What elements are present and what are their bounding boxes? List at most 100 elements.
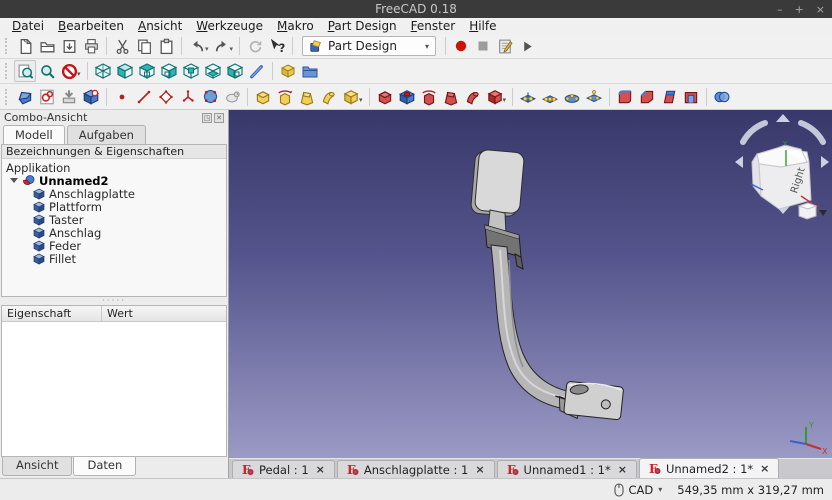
edit-sketch-icon[interactable] bbox=[58, 86, 80, 108]
close-button[interactable]: × bbox=[816, 3, 825, 16]
column-wert[interactable]: Wert bbox=[102, 306, 226, 321]
menu-werkzeuge[interactable]: Werkzeuge bbox=[189, 19, 270, 34]
macro-record-icon[interactable] bbox=[450, 35, 472, 57]
subtractive-primitive-dropdown-caret[interactable]: ▾ bbox=[503, 96, 507, 104]
local-cs-icon[interactable] bbox=[177, 86, 199, 108]
menu-bearbeiten[interactable]: Bearbeiten bbox=[51, 19, 131, 34]
tab-close-icon[interactable]: × bbox=[760, 462, 769, 475]
doc-tab-unnamed2[interactable]: F Unnamed2 : 1* × bbox=[639, 458, 779, 478]
thickness-icon[interactable] bbox=[680, 86, 702, 108]
tab-close-icon[interactable]: × bbox=[618, 463, 627, 476]
menu-fenster[interactable]: Fenster bbox=[404, 19, 463, 34]
polar-pattern-icon[interactable] bbox=[561, 86, 583, 108]
menu-part-design[interactable]: Part Design bbox=[321, 19, 404, 34]
menu-datei[interactable]: Datei bbox=[5, 19, 51, 34]
menu-ansicht[interactable]: Ansicht bbox=[131, 19, 189, 34]
tree-item-feature[interactable]: Feder bbox=[2, 239, 226, 252]
tree-item-feature[interactable]: Anschlagplatte bbox=[2, 187, 226, 200]
whats-this-icon[interactable]: ? bbox=[266, 35, 288, 57]
view-rear-icon[interactable] bbox=[180, 60, 202, 82]
tab-ansicht[interactable]: Ansicht bbox=[2, 457, 72, 476]
tree-item-feature[interactable]: Plattform bbox=[2, 200, 226, 213]
view-bottom-icon[interactable] bbox=[202, 60, 224, 82]
save-file-icon[interactable] bbox=[58, 35, 80, 57]
navigation-cube[interactable]: Right Y x bbox=[735, 114, 829, 219]
menu-hilfe[interactable]: Hilfe bbox=[462, 19, 503, 34]
panel-splitter-handle[interactable]: ····· bbox=[0, 297, 228, 305]
column-eigenschaft[interactable]: Eigenschaft bbox=[2, 306, 102, 321]
new-file-icon[interactable] bbox=[14, 35, 36, 57]
undo-dropdown-caret[interactable]: ▾ bbox=[205, 45, 209, 53]
fit-all-icon[interactable] bbox=[14, 60, 36, 82]
tab-modell[interactable]: Modell bbox=[3, 125, 65, 144]
refresh-icon[interactable] bbox=[244, 35, 266, 57]
tab-close-icon[interactable]: × bbox=[475, 463, 484, 476]
open-file-icon[interactable] bbox=[36, 35, 58, 57]
groove-icon[interactable] bbox=[418, 86, 440, 108]
draw-style-dropdown-caret[interactable]: ▾ bbox=[77, 70, 81, 78]
redo-dropdown-caret[interactable]: ▾ bbox=[230, 45, 234, 53]
copy-icon[interactable] bbox=[133, 35, 155, 57]
panel-close-icon[interactable]: ✕ bbox=[214, 113, 224, 123]
minimize-button[interactable]: – bbox=[777, 3, 783, 16]
create-body-icon[interactable] bbox=[14, 86, 36, 108]
macro-edit-icon[interactable] bbox=[494, 35, 516, 57]
paste-icon[interactable] bbox=[155, 35, 177, 57]
panel-float-icon[interactable]: ◳ bbox=[202, 113, 212, 123]
tree-item-feature[interactable]: Taster bbox=[2, 213, 226, 226]
subtractive-pipe-icon[interactable] bbox=[462, 86, 484, 108]
view-axonometric-icon[interactable] bbox=[92, 60, 114, 82]
property-table-body[interactable] bbox=[2, 322, 226, 456]
view-right-icon[interactable] bbox=[158, 60, 180, 82]
create-sketch-icon[interactable] bbox=[36, 86, 58, 108]
nav-cube-menu[interactable] bbox=[799, 203, 827, 219]
view-left-icon[interactable] bbox=[224, 60, 246, 82]
shape-binder-icon[interactable] bbox=[199, 86, 221, 108]
fit-selection-icon[interactable] bbox=[36, 60, 58, 82]
menu-makro[interactable]: Makro bbox=[270, 19, 321, 34]
datum-point-icon[interactable] bbox=[111, 86, 133, 108]
map-sketch-icon[interactable] bbox=[80, 86, 102, 108]
tree-item-feature[interactable]: Fillet bbox=[2, 252, 226, 265]
multi-transform-icon[interactable] bbox=[583, 86, 605, 108]
expand-caret-icon[interactable] bbox=[10, 178, 18, 183]
tree-item-document[interactable]: Unnamed2 bbox=[2, 174, 226, 187]
doc-tab-unnamed1[interactable]: F Unnamed1 : 1* × bbox=[497, 460, 637, 478]
tree-item-feature[interactable]: Anschlag bbox=[2, 226, 226, 239]
tab-close-icon[interactable]: × bbox=[316, 463, 325, 476]
doc-tab-pedal[interactable]: F Pedal : 1 × bbox=[232, 460, 335, 478]
toolbar-drag-handle[interactable] bbox=[5, 63, 10, 79]
mirrored-icon[interactable] bbox=[517, 86, 539, 108]
3d-viewport[interactable]: Right Y x Y X bbox=[229, 110, 832, 458]
chamfer-icon[interactable] bbox=[636, 86, 658, 108]
nav-style-dropdown-caret[interactable]: ▾ bbox=[658, 485, 662, 494]
cut-icon[interactable] bbox=[111, 35, 133, 57]
macro-play-icon[interactable] bbox=[516, 35, 538, 57]
datum-line-icon[interactable] bbox=[133, 86, 155, 108]
draft-icon[interactable] bbox=[658, 86, 680, 108]
view-front-icon[interactable] bbox=[114, 60, 136, 82]
create-group-icon[interactable] bbox=[299, 60, 321, 82]
additive-primitive-dropdown-caret[interactable]: ▾ bbox=[359, 96, 363, 104]
pad-icon[interactable] bbox=[252, 86, 274, 108]
tab-daten[interactable]: Daten bbox=[73, 457, 136, 476]
maximize-button[interactable]: + bbox=[795, 3, 804, 16]
datum-plane-icon[interactable] bbox=[155, 86, 177, 108]
nav-style-label[interactable]: CAD bbox=[629, 483, 654, 497]
workbench-selector[interactable]: Part Design ▾ bbox=[302, 36, 436, 56]
view-top-icon[interactable] bbox=[136, 60, 158, 82]
additive-pipe-icon[interactable] bbox=[318, 86, 340, 108]
macro-stop-icon[interactable] bbox=[472, 35, 494, 57]
hole-icon[interactable] bbox=[396, 86, 418, 108]
subtractive-loft-icon[interactable] bbox=[440, 86, 462, 108]
revolution-icon[interactable] bbox=[274, 86, 296, 108]
toolbar-drag-handle[interactable] bbox=[5, 89, 10, 105]
measure-distance-icon[interactable] bbox=[246, 60, 268, 82]
tree-root-application[interactable]: Applikation bbox=[2, 161, 226, 174]
tab-aufgaben[interactable]: Aufgaben bbox=[67, 125, 146, 144]
print-icon[interactable] bbox=[80, 35, 102, 57]
linear-pattern-icon[interactable] bbox=[539, 86, 561, 108]
boolean-icon[interactable] bbox=[711, 86, 733, 108]
fillet-icon[interactable] bbox=[614, 86, 636, 108]
doc-tab-anschlagplatte[interactable]: F Anschlagplatte : 1 × bbox=[337, 460, 495, 478]
